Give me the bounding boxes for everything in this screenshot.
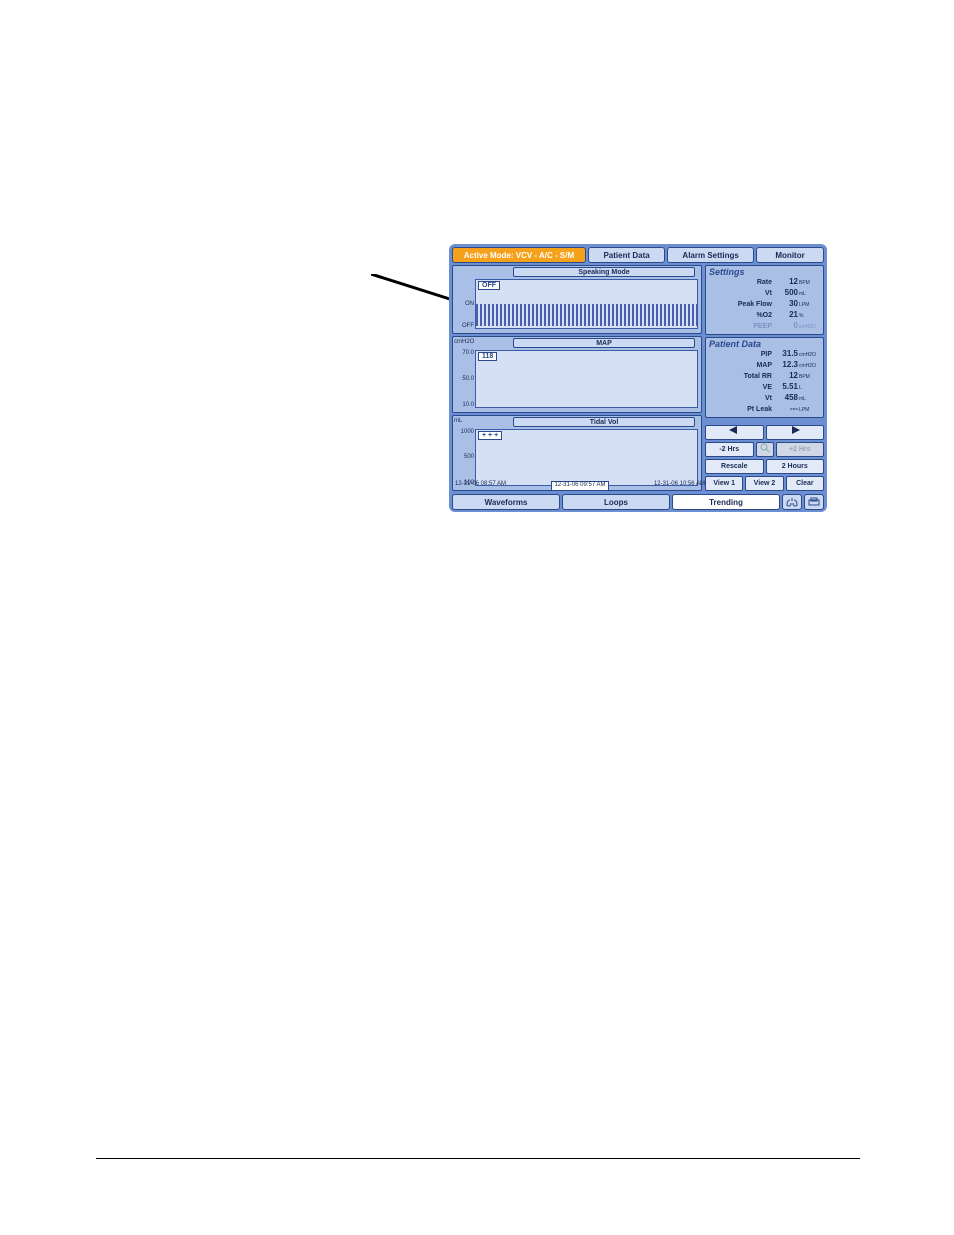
- view2-button[interactable]: View 2: [745, 476, 783, 491]
- trend-graph-area: Speaking Mode . ON OFF OFF cmH2O MAP 70.…: [452, 265, 702, 491]
- graph-tidal-vol[interactable]: mL Tidal Vol 1000 500 100 + + +: [452, 415, 702, 491]
- magnifier-icon: [760, 443, 770, 453]
- bottom-tab-bar: Waveforms Loops Trending: [452, 494, 824, 510]
- settings-row-vt: Vt500mL: [709, 288, 820, 299]
- triangle-left-icon: [729, 426, 739, 434]
- graph-body-speaking: OFF: [475, 279, 698, 329]
- view-row: View 1 View 2 Clear: [705, 476, 824, 491]
- rescale-row: Rescale 2 Hours: [705, 459, 824, 474]
- settings-row-peakflow: Peak Flow30LPM: [709, 299, 820, 310]
- time-axis: 12-31-06 08:57 AM 12-31-06 09:57 AM 12-3…: [455, 481, 705, 491]
- pd-row-totalrr: Total RR12BPM: [709, 371, 820, 382]
- y-unit-tidal: mL: [454, 418, 462, 424]
- printer-icon: [807, 497, 821, 507]
- value-box-speaking: OFF: [478, 281, 500, 290]
- time-left: 12-31-06 08:57 AM: [455, 481, 506, 491]
- graph-title-speaking: Speaking Mode: [513, 267, 695, 277]
- time-shift-row: -2 Hrs +2 Hrs: [705, 442, 824, 457]
- y-ticks-map: 70.0 50.0 10.0: [456, 350, 474, 407]
- settings-row-o2: %O221%: [709, 310, 820, 321]
- graph-body-map: 118: [475, 350, 698, 407]
- tab-waveforms[interactable]: Waveforms: [452, 494, 560, 510]
- lung-icon-button[interactable]: [782, 494, 802, 510]
- settings-title: Settings: [709, 267, 820, 277]
- zoom-button[interactable]: [756, 442, 774, 457]
- graph-map[interactable]: cmH2O MAP 70.0 50.0 10.0 118: [452, 336, 702, 412]
- plus-2hrs-button[interactable]: +2 Hrs: [776, 442, 825, 457]
- lung-icon: [785, 497, 799, 507]
- print-icon-button[interactable]: [804, 494, 824, 510]
- graph-title-map: MAP: [513, 338, 695, 348]
- pd-row-ptleak: Pt Leak---LPM: [709, 404, 820, 415]
- graph-speaking-mode[interactable]: Speaking Mode . ON OFF OFF: [452, 265, 702, 334]
- patient-data-title: Patient Data: [709, 339, 820, 349]
- view1-button[interactable]: View 1: [705, 476, 743, 491]
- triangle-right-icon: [790, 426, 800, 434]
- patient-data-panel: Patient Data PIP31.5cmH2O MAP12.3cmH2O T…: [705, 337, 824, 418]
- tab-monitor[interactable]: Monitor: [756, 247, 824, 263]
- tab-patient-data[interactable]: Patient Data: [588, 247, 665, 263]
- ventilator-screen: Active Mode: VCV - A/C - S/M Patient Dat…: [449, 244, 827, 512]
- y-ticks-speaking: . ON OFF: [456, 279, 474, 329]
- nav-arrows-row: [705, 425, 824, 440]
- tab-alarm-settings[interactable]: Alarm Settings: [667, 247, 754, 263]
- y-ticks-tidal: 1000 500 100: [456, 429, 474, 486]
- two-hours-button[interactable]: 2 Hours: [766, 459, 825, 474]
- right-column: Settings Rate12BPM Vt500mL Peak Flow30LP…: [705, 265, 824, 491]
- settings-row-rate: Rate12BPM: [709, 277, 820, 288]
- tab-loops[interactable]: Loops: [562, 494, 670, 510]
- value-box-tidal: + + +: [478, 431, 502, 440]
- settings-row-peep: PEEP0cmH2O: [709, 321, 820, 332]
- pd-row-map: MAP12.3cmH2O: [709, 360, 820, 371]
- y-unit-map: cmH2O: [454, 339, 474, 345]
- scroll-left-button[interactable]: [705, 425, 764, 440]
- time-mid: 12-31-06 09:57 AM: [551, 481, 608, 491]
- minus-2hrs-button[interactable]: -2 Hrs: [705, 442, 754, 457]
- pd-row-pip: PIP31.5cmH2O: [709, 349, 820, 360]
- graph-title-tidal: Tidal Vol: [513, 417, 695, 427]
- pd-row-ve: VE5.51L: [709, 382, 820, 393]
- speaking-mode-trace: [476, 304, 697, 326]
- value-box-map: 118: [478, 352, 497, 361]
- settings-panel: Settings Rate12BPM Vt500mL Peak Flow30LP…: [705, 265, 824, 335]
- graph-body-tidal: + + +: [475, 429, 698, 486]
- pd-row-vt: Vt458mL: [709, 393, 820, 404]
- scroll-right-button[interactable]: [766, 425, 825, 440]
- rescale-button[interactable]: Rescale: [705, 459, 764, 474]
- clear-button[interactable]: Clear: [786, 476, 824, 491]
- tab-trending[interactable]: Trending: [672, 494, 780, 510]
- time-right: 12-31-06 10:56 AM: [654, 481, 705, 491]
- page-divider: [96, 1158, 860, 1159]
- top-tab-bar: Active Mode: VCV - A/C - S/M Patient Dat…: [452, 247, 824, 263]
- tab-active-mode[interactable]: Active Mode: VCV - A/C - S/M: [452, 247, 586, 263]
